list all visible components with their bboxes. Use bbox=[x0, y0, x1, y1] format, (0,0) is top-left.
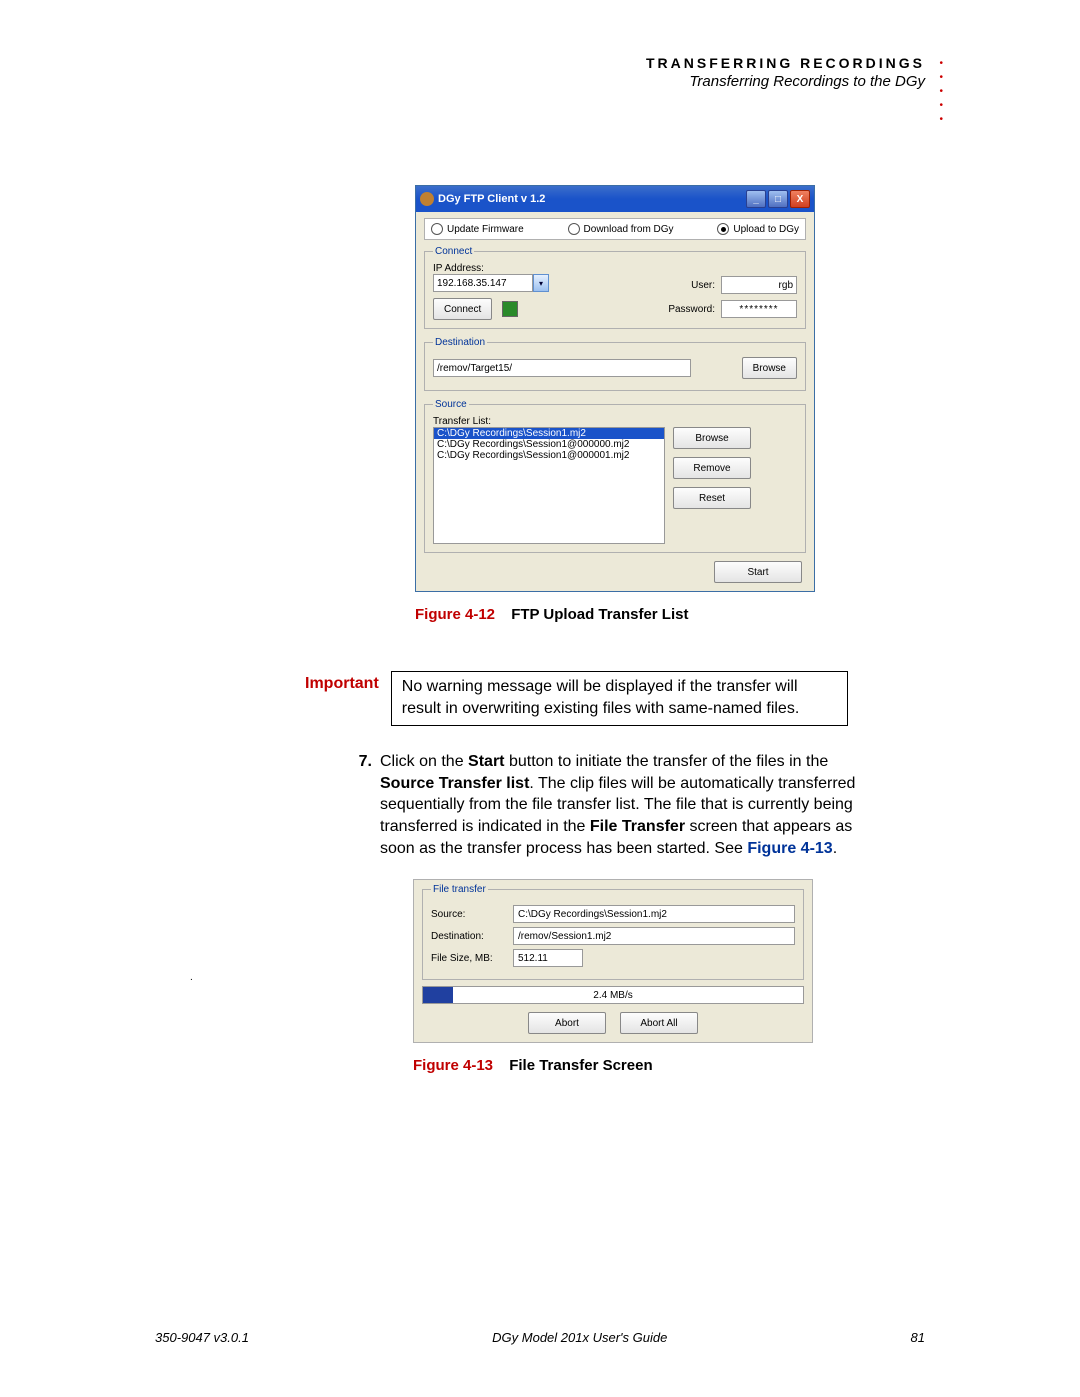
list-item[interactable]: C:\DGy Recordings\Session1@000001.mj2 bbox=[434, 450, 664, 461]
destination-group: Destination /remov/Target15/ Browse bbox=[424, 337, 806, 391]
abort-all-button[interactable]: Abort All bbox=[620, 1012, 698, 1034]
mode-radio-group: Update Firmware Download from DGy Upload… bbox=[424, 218, 806, 240]
start-button[interactable]: Start bbox=[714, 561, 802, 583]
destination-legend: Destination bbox=[433, 337, 487, 348]
user-input[interactable]: rgb bbox=[721, 276, 797, 294]
step-number: 7. bbox=[350, 751, 372, 859]
header-dots: ••••• bbox=[939, 57, 943, 127]
chapter-title: TRANSFERRING RECORDINGS bbox=[155, 55, 925, 71]
password-label: Password: bbox=[668, 304, 715, 315]
transfer-list-label: Transfer List: bbox=[433, 416, 797, 427]
important-label: Important bbox=[305, 671, 379, 693]
source-browse-button[interactable]: Browse bbox=[673, 427, 751, 449]
file-transfer-group: File transfer Source: C:\DGy Recordings\… bbox=[422, 884, 804, 980]
radio-download[interactable]: Download from DGy bbox=[568, 223, 674, 235]
ip-label: IP Address: bbox=[433, 263, 797, 274]
app-icon bbox=[420, 192, 434, 206]
size-label: File Size, MB: bbox=[431, 953, 503, 964]
abort-button[interactable]: Abort bbox=[528, 1012, 606, 1034]
ip-address-input[interactable]: 192.168.35.147 bbox=[433, 274, 533, 292]
transfer-list[interactable]: C:\DGy Recordings\Session1.mj2 C:\DGy Re… bbox=[433, 427, 665, 544]
password-input[interactable]: ******** bbox=[721, 300, 797, 318]
progress-bar: 2.4 MB/s bbox=[422, 986, 804, 1004]
section-title: Transferring Recordings to the DGy bbox=[155, 73, 925, 90]
marker-dot: . bbox=[190, 972, 193, 983]
page-header: ••••• TRANSFERRING RECORDINGS Transferri… bbox=[155, 55, 925, 90]
connect-legend: Connect bbox=[433, 246, 474, 257]
doc-title: DGy Model 201x User's Guide bbox=[492, 1330, 667, 1345]
connect-button[interactable]: Connect bbox=[433, 298, 492, 320]
window-titlebar[interactable]: DGy FTP Client v 1.2 _ □ X bbox=[416, 186, 814, 212]
minimize-button[interactable]: _ bbox=[746, 190, 766, 208]
radio-icon bbox=[568, 223, 580, 235]
figure-12: DGy FTP Client v 1.2 _ □ X Update Firmwa… bbox=[415, 185, 815, 623]
important-note: Important No warning message will be dis… bbox=[305, 671, 925, 726]
reset-button[interactable]: Reset bbox=[673, 487, 751, 509]
ip-dropdown-button[interactable]: ▾ bbox=[533, 274, 549, 292]
list-item[interactable]: C:\DGy Recordings\Session1.mj2 bbox=[434, 428, 664, 439]
close-button[interactable]: X bbox=[790, 190, 810, 208]
page-footer: 350-9047 v3.0.1 DGy Model 201x User's Gu… bbox=[155, 1330, 925, 1345]
radio-icon bbox=[431, 223, 443, 235]
radio-update-firmware[interactable]: Update Firmware bbox=[431, 223, 524, 235]
list-item[interactable]: C:\DGy Recordings\Session1@000000.mj2 bbox=[434, 439, 664, 450]
window-title: DGy FTP Client v 1.2 bbox=[438, 193, 746, 205]
figure-13: File transfer Source: C:\DGy Recordings\… bbox=[413, 879, 813, 1074]
radio-icon bbox=[717, 223, 729, 235]
status-indicator bbox=[502, 301, 518, 317]
user-label: User: bbox=[691, 280, 715, 291]
source-group: Source Transfer List: C:\DGy Recordings\… bbox=[424, 399, 806, 553]
doc-number: 350-9047 v3.0.1 bbox=[155, 1330, 249, 1345]
connect-group: Connect IP Address: 192.168.35.147 ▾ Con… bbox=[424, 246, 806, 329]
radio-upload[interactable]: Upload to DGy bbox=[717, 223, 799, 235]
size-value: 512.11 bbox=[513, 949, 583, 967]
ftp-client-window: DGy FTP Client v 1.2 _ □ X Update Firmwa… bbox=[415, 185, 815, 592]
page-number: 81 bbox=[911, 1330, 925, 1345]
step-body: Click on the Start button to initiate th… bbox=[380, 751, 880, 859]
dest-label: Destination: bbox=[431, 931, 503, 942]
file-transfer-legend: File transfer bbox=[431, 884, 488, 895]
source-value: C:\DGy Recordings\Session1.mj2 bbox=[513, 905, 795, 923]
transfer-rate: 2.4 MB/s bbox=[423, 990, 803, 1001]
source-legend: Source bbox=[433, 399, 469, 410]
source-label: Source: bbox=[431, 909, 503, 920]
figure-reference[interactable]: Figure 4-13 bbox=[747, 840, 832, 857]
destination-browse-button[interactable]: Browse bbox=[742, 357, 797, 379]
figure-12-caption: Figure 4-12 FTP Upload Transfer List bbox=[415, 606, 815, 623]
file-transfer-panel: File transfer Source: C:\DGy Recordings\… bbox=[413, 879, 813, 1043]
important-text: No warning message will be displayed if … bbox=[391, 671, 848, 726]
figure-13-caption: Figure 4-13 File Transfer Screen bbox=[413, 1057, 813, 1074]
dest-value: /remov/Session1.mj2 bbox=[513, 927, 795, 945]
destination-path-input[interactable]: /remov/Target15/ bbox=[433, 359, 691, 377]
remove-button[interactable]: Remove bbox=[673, 457, 751, 479]
maximize-button[interactable]: □ bbox=[768, 190, 788, 208]
step-7: 7. Click on the Start button to initiate… bbox=[350, 751, 925, 859]
